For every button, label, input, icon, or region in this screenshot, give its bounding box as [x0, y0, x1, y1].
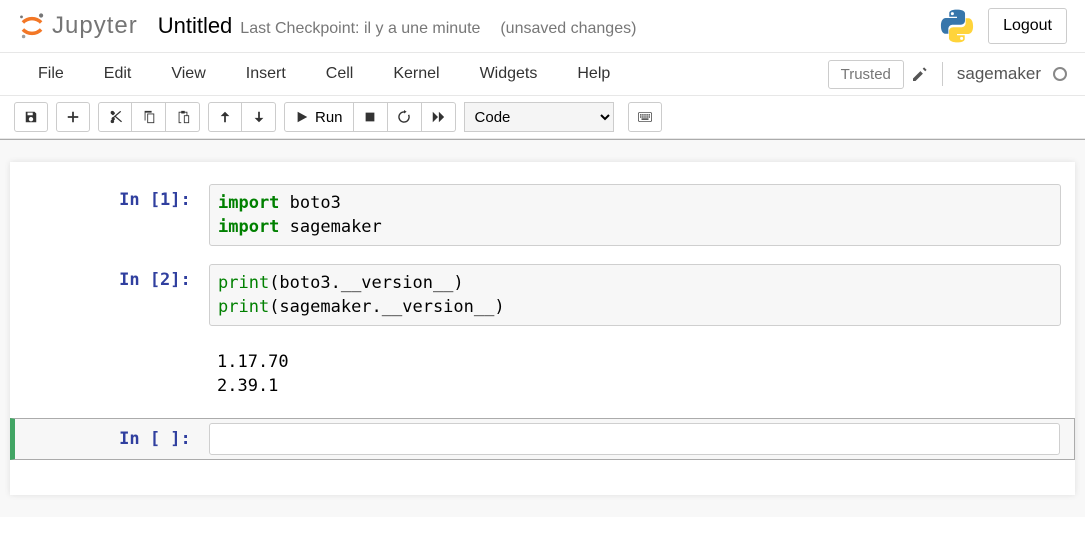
save-button[interactable]	[14, 102, 48, 132]
play-icon	[295, 110, 309, 124]
menubar: File Edit View Insert Cell Kernel Widget…	[0, 53, 1085, 96]
menu-kernel[interactable]: Kernel	[373, 55, 459, 93]
command-palette-button[interactable]	[628, 102, 662, 132]
notebook-container[interactable]: In [1]: import boto3 import sagemaker In…	[0, 139, 1085, 517]
pencil-icon[interactable]	[912, 66, 928, 82]
jupyter-icon	[18, 12, 46, 40]
run-button[interactable]: Run	[284, 102, 354, 132]
unsaved-label: (unsaved changes)	[500, 20, 636, 38]
move-down-button[interactable]	[242, 102, 276, 132]
arrow-up-icon	[218, 110, 232, 124]
trusted-button[interactable]: Trusted	[828, 60, 904, 89]
kernel-name-label[interactable]: sagemaker	[957, 64, 1041, 84]
stop-icon	[363, 110, 377, 124]
menu-widgets[interactable]: Widgets	[460, 55, 558, 93]
menu-view[interactable]: View	[151, 55, 225, 93]
add-cell-button[interactable]	[56, 102, 90, 132]
restart-run-all-button[interactable]	[422, 102, 456, 132]
save-icon	[24, 110, 38, 124]
fast-forward-icon	[431, 110, 445, 124]
checkpoint-label: Last Checkpoint: il y a une minute	[240, 20, 480, 38]
python-icon	[940, 9, 974, 43]
code-input-area[interactable]: import boto3 import sagemaker	[209, 184, 1061, 246]
scissors-icon	[108, 110, 122, 124]
plus-icon	[66, 110, 80, 124]
restart-button[interactable]	[388, 102, 422, 132]
notebook-header: Jupyter Untitled Last Checkpoint: il y a…	[0, 0, 1085, 53]
jupyter-logo-text: Jupyter	[52, 12, 138, 40]
output-row: 1.17.70 2.39.1	[10, 340, 1075, 408]
menu-help[interactable]: Help	[557, 55, 630, 93]
code-input-area[interactable]	[209, 423, 1060, 455]
menu-insert[interactable]: Insert	[226, 55, 306, 93]
notebook-title[interactable]: Untitled	[158, 13, 233, 39]
copy-icon	[142, 110, 156, 124]
code-cell[interactable]: In [2]: print(boto3.__version__) print(s…	[10, 260, 1075, 330]
copy-button[interactable]	[132, 102, 166, 132]
menu-cell[interactable]: Cell	[306, 55, 374, 93]
output-area: 1.17.70 2.39.1	[209, 344, 1061, 404]
jupyter-logo[interactable]: Jupyter	[18, 12, 138, 40]
cell-type-select[interactable]: Code	[464, 102, 614, 132]
paste-button[interactable]	[166, 102, 200, 132]
code-content[interactable]: import boto3 import sagemaker	[218, 191, 1052, 239]
toolbar: Run Code	[0, 96, 1085, 139]
move-up-button[interactable]	[208, 102, 242, 132]
code-content[interactable]: print(boto3.__version__) print(sagemaker…	[218, 271, 1052, 319]
code-cell[interactable]: In [1]: import boto3 import sagemaker	[10, 180, 1075, 250]
menu-divider	[942, 62, 943, 86]
input-prompt: In [1]:	[119, 190, 201, 210]
menu-file[interactable]: File	[18, 55, 84, 93]
paste-icon	[176, 110, 190, 124]
arrow-down-icon	[252, 110, 266, 124]
input-prompt: In [2]:	[119, 270, 201, 290]
title-area: Untitled Last Checkpoint: il y a une min…	[158, 13, 637, 39]
logout-button[interactable]: Logout	[988, 8, 1067, 44]
restart-icon	[397, 110, 411, 124]
cut-button[interactable]	[98, 102, 132, 132]
interrupt-button[interactable]	[354, 102, 388, 132]
kernel-status-icon	[1053, 67, 1067, 81]
keyboard-icon	[638, 110, 652, 124]
code-input-area[interactable]: print(boto3.__version__) print(sagemaker…	[209, 264, 1061, 326]
menu-edit[interactable]: Edit	[84, 55, 152, 93]
code-cell-selected[interactable]: In [ ]:	[10, 418, 1075, 460]
input-prompt: In [ ]:	[119, 429, 201, 449]
notebook-cells: In [1]: import boto3 import sagemaker In…	[10, 162, 1075, 495]
